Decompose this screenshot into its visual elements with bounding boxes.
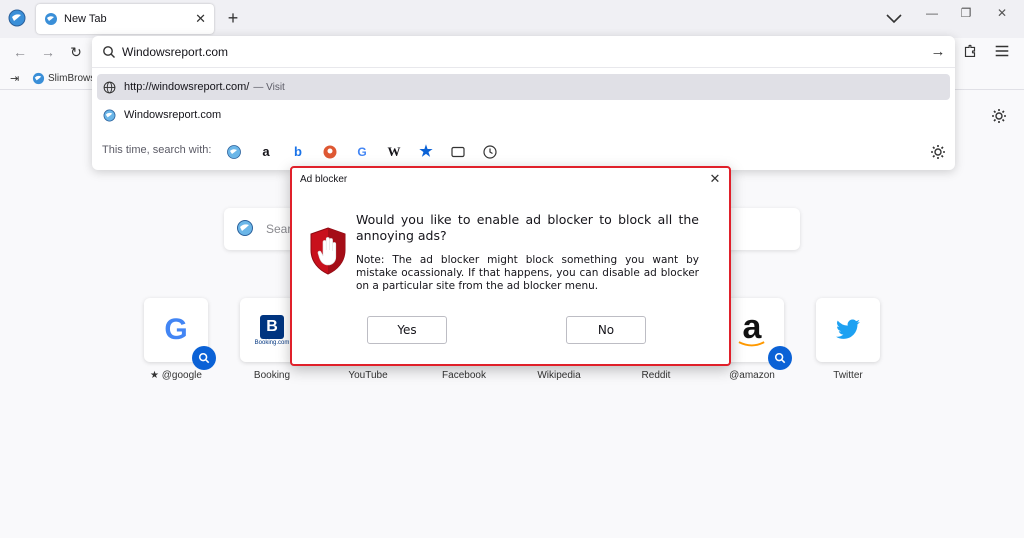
duckduckgo-engine-icon[interactable]: [322, 144, 338, 160]
dialog-note: Note: The ad blocker might block somethi…: [356, 254, 699, 292]
site-name: Facebook: [442, 370, 486, 381]
site-name: ★ @google: [150, 370, 202, 381]
top-site-twitter[interactable]: Twitter: [816, 298, 882, 381]
shield-hand-icon: [310, 227, 346, 275]
go-arrow-icon[interactable]: →: [929, 43, 947, 61]
page-settings-gear-icon[interactable]: [991, 108, 1007, 124]
bookmark-label: SlimBrows: [48, 73, 96, 84]
search-icon: [103, 46, 115, 58]
menu-hamburger-icon[interactable]: [992, 42, 1012, 62]
back-arrow-icon[interactable]: ←: [12, 44, 28, 60]
bookmarks-star-icon[interactable]: ★: [418, 144, 434, 160]
tabs-icon[interactable]: [450, 144, 466, 160]
tab-new-tab[interactable]: New Tab ✕: [36, 4, 214, 34]
slimbrowser-icon: [32, 72, 45, 85]
site-tile[interactable]: G: [144, 298, 216, 370]
wikipedia-engine-icon[interactable]: W: [386, 144, 402, 160]
search-badge-icon: [768, 346, 792, 370]
booking-logo-text: Booking.com: [254, 339, 290, 346]
forward-arrow-icon[interactable]: →: [40, 44, 56, 60]
reload-icon[interactable]: ↻: [68, 44, 84, 60]
slimbrowser-search-icon: [237, 220, 253, 236]
top-site-google[interactable]: G ★ @google: [144, 298, 216, 381]
site-name: @amazon: [729, 370, 775, 381]
dialog-close-icon[interactable]: ✕: [707, 171, 723, 187]
suggestion-visit[interactable]: http://windowsreport.com/ — Visit: [97, 74, 950, 100]
dialog-question: Would you like to enable ad blocker to b…: [356, 212, 699, 243]
search-settings-gear-icon[interactable]: [930, 144, 946, 160]
site-name: Twitter: [833, 370, 863, 381]
dialog-title: Ad blocker: [300, 174, 348, 185]
yes-button[interactable]: Yes: [367, 316, 447, 344]
slimbrowser-icon: [103, 109, 116, 121]
globe-icon: [103, 81, 116, 93]
site-name: Wikipedia: [537, 370, 581, 381]
minimize-icon[interactable]: —: [922, 4, 942, 22]
amazon-smile-icon: [738, 341, 765, 347]
site-tile[interactable]: [816, 298, 880, 362]
search-with-label: This time, search with:: [102, 144, 212, 156]
bookmark-item[interactable]: SlimBrows: [32, 72, 95, 85]
address-bar-dropdown: → http://windowsreport.com/ — Visit Wind…: [92, 36, 955, 170]
new-tab-plus-icon[interactable]: +: [224, 7, 242, 29]
suggestion-url: http://windowsreport.com/: [124, 81, 250, 93]
site-name: YouTube: [348, 370, 388, 381]
slimbrowser-logo-icon[interactable]: [8, 9, 26, 27]
import-bookmarks-icon[interactable]: ⇥: [10, 72, 24, 86]
close-window-icon[interactable]: ✕: [992, 4, 1012, 22]
slimbrowser-engine-icon[interactable]: [226, 144, 242, 160]
site-name: Reddit: [641, 370, 671, 381]
list-all-tabs-chevron-icon[interactable]: [884, 10, 904, 26]
extensions-puzzle-icon[interactable]: [960, 42, 980, 62]
suggestion-search[interactable]: Windowsreport.com: [97, 102, 950, 128]
bing-engine-icon[interactable]: b: [290, 144, 306, 160]
address-input[interactable]: [122, 42, 902, 62]
ad-blocker-dialog: Ad blocker ✕ Would you like to enable ad…: [290, 166, 731, 366]
google-engine-icon[interactable]: G: [354, 144, 370, 160]
suggestion-action: — Visit: [253, 81, 285, 93]
no-button[interactable]: No: [566, 316, 646, 344]
newtab-search-placeholder: Sear: [266, 222, 292, 236]
amazon-engine-icon[interactable]: a: [258, 144, 274, 160]
search-badge-icon: [192, 346, 216, 370]
twitter-bird-icon: [836, 319, 860, 339]
history-clock-icon[interactable]: [482, 144, 498, 160]
tab-label: New Tab: [64, 13, 107, 25]
booking-logo-icon: B: [260, 314, 284, 339]
slimbrowser-icon: [45, 13, 57, 25]
restore-icon[interactable]: ❐: [956, 4, 976, 22]
address-bar[interactable]: →: [92, 36, 955, 68]
suggestion-text: Windowsreport.com: [124, 109, 222, 121]
site-name: Booking: [253, 370, 291, 381]
tab-close-icon[interactable]: ✕: [195, 11, 206, 27]
google-logo-icon: G: [164, 313, 188, 346]
